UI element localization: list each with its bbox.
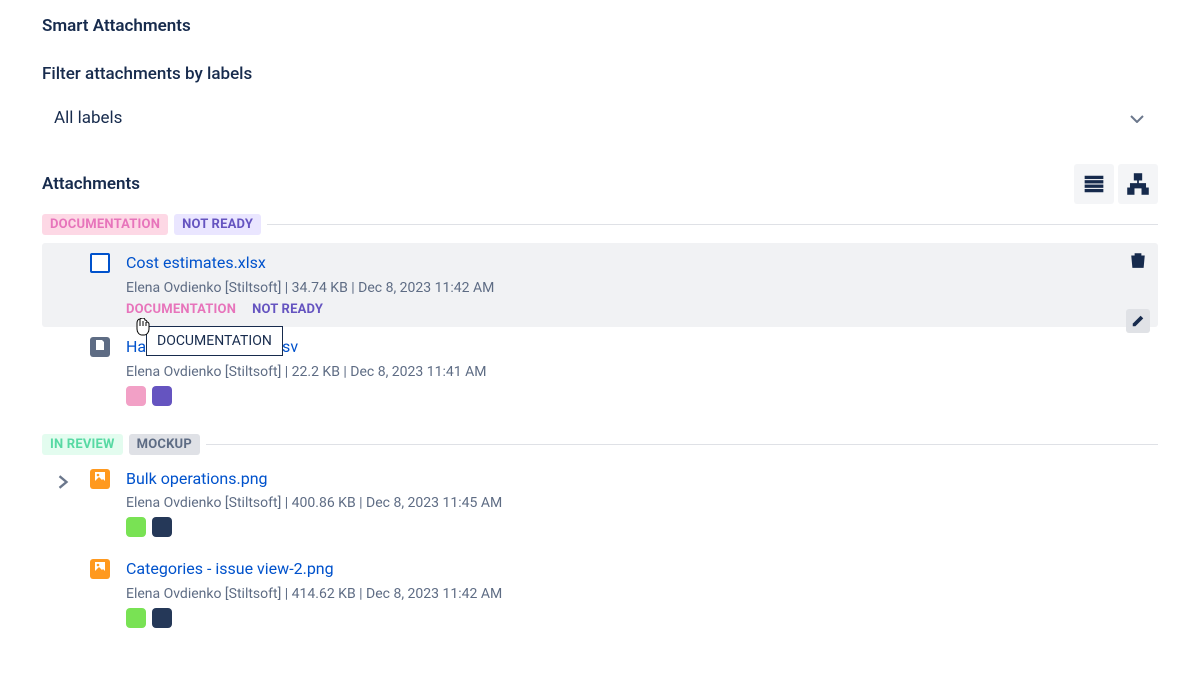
- attachment-row[interactable]: Bulk operations.png Elena Ovdienko [Stil…: [42, 463, 1158, 548]
- tree-view-button[interactable]: [1118, 164, 1158, 204]
- attachment-name-link[interactable]: Categories - issue view-2.png: [126, 559, 1150, 580]
- image-icon: [94, 561, 106, 573]
- label-chip-green[interactable]: [126, 608, 146, 628]
- file-icon: [90, 559, 110, 579]
- label-chip-pink[interactable]: [126, 386, 146, 406]
- attachment-label-documentation[interactable]: DOCUMENTATION: [126, 302, 236, 317]
- attachment-meta: Elena Ovdienko [Stiltsoft] | 22.2 KB | D…: [126, 364, 1150, 380]
- attachment-group: DOCUMENTATION NOT READY Cost estimates.x…: [42, 214, 1158, 416]
- chevron-right-icon: [56, 475, 70, 489]
- group-label-mockup: MOCKUP: [129, 434, 200, 455]
- attachment-label-notready[interactable]: NOT READY: [252, 302, 323, 317]
- tooltip: DOCUMENTATION: [146, 326, 283, 356]
- attachments-section-title: Attachments: [42, 174, 140, 194]
- attachment-meta: Elena Ovdienko [Stiltsoft] | 400.86 KB |…: [126, 495, 1150, 511]
- sitemap-icon: [1127, 173, 1149, 195]
- label-chip-navy[interactable]: [152, 517, 172, 537]
- delete-button[interactable]: [1129, 251, 1147, 273]
- attachment-meta: Elena Ovdienko [Stiltsoft] | 34.74 KB | …: [126, 280, 1150, 296]
- divider: [206, 444, 1158, 445]
- attachment-name-link[interactable]: Cost estimates.xlsx: [126, 253, 1150, 274]
- list-icon: [1083, 173, 1105, 195]
- attachment-name-link[interactable]: Bulk operations.png: [126, 469, 1150, 490]
- label-chip-green[interactable]: [126, 517, 146, 537]
- attachment-row[interactable]: Categories - issue view-2.png Elena Ovdi…: [42, 547, 1158, 638]
- filter-label: Filter attachments by labels: [42, 64, 1158, 84]
- document-icon: [94, 339, 106, 351]
- chevron-down-icon: [1130, 108, 1144, 128]
- checkbox-icon[interactable]: [90, 253, 110, 273]
- file-icon: [90, 469, 110, 489]
- expand-toggle[interactable]: [56, 475, 72, 491]
- pencil-icon: [1131, 314, 1145, 328]
- group-label-inreview: IN REVIEW: [42, 434, 123, 455]
- group-header: DOCUMENTATION NOT READY: [42, 214, 1158, 235]
- label-chip-purple[interactable]: [152, 386, 172, 406]
- group-label-notready: NOT READY: [174, 214, 261, 235]
- page-title: Smart Attachments: [42, 16, 1158, 36]
- attachment-meta: Elena Ovdienko [Stiltsoft] | 414.62 KB |…: [126, 586, 1150, 602]
- group-label-documentation: DOCUMENTATION: [42, 214, 168, 235]
- file-icon: [90, 337, 110, 357]
- cursor-pointer-icon: [136, 318, 152, 338]
- image-icon: [94, 471, 106, 483]
- label-chip-navy[interactable]: [152, 608, 172, 628]
- divider: [267, 224, 1158, 225]
- trash-icon: [1129, 251, 1147, 269]
- group-header: IN REVIEW MOCKUP: [42, 434, 1158, 455]
- attachment-group: IN REVIEW MOCKUP Bulk operations.png Ele…: [42, 434, 1158, 639]
- list-view-button[interactable]: [1074, 164, 1114, 204]
- filter-dropdown-value: All labels: [54, 108, 122, 128]
- attachment-row[interactable]: Cost estimates.xlsx Elena Ovdienko [Stil…: [42, 243, 1158, 327]
- filter-dropdown[interactable]: All labels: [42, 98, 1158, 138]
